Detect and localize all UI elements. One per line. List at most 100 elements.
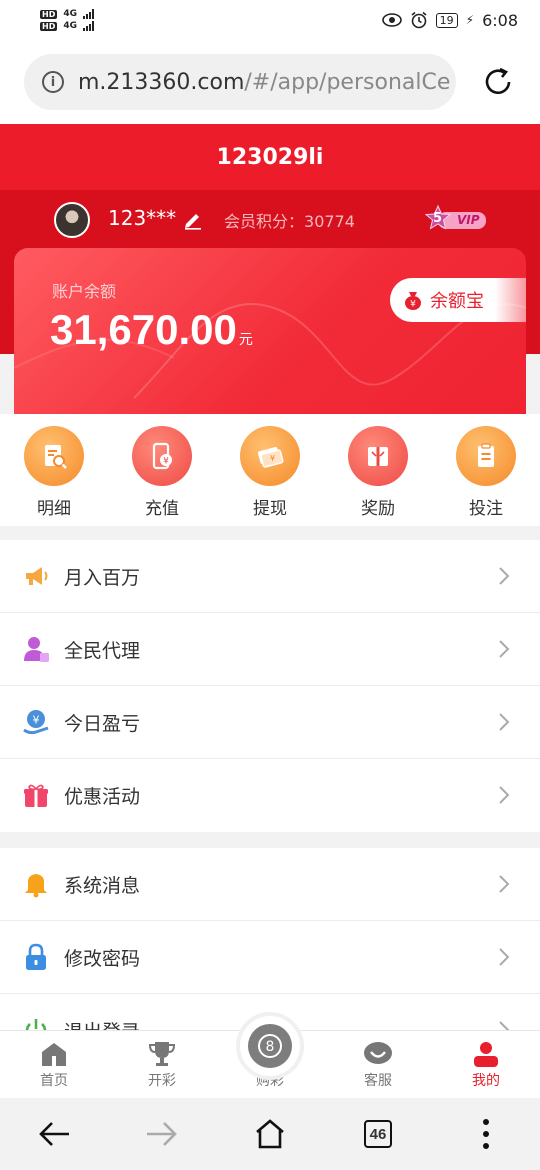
more-menu-button[interactable] (461, 1109, 511, 1159)
tab-support[interactable]: 客服 (333, 1038, 423, 1090)
username: 123*** (108, 206, 177, 230)
signal-indicators: HD 4G HD 4G (40, 9, 94, 31)
balance-label: 账户余额 (52, 282, 117, 301)
clock: 6:08 (482, 10, 518, 30)
chevron-right-icon (499, 713, 510, 731)
agent-icon (22, 635, 50, 663)
menu-item-label: 系统消息 (64, 874, 141, 897)
vip-level: 5 (433, 211, 443, 226)
chevron-right-icon (499, 948, 510, 966)
signal-icon (83, 21, 94, 31)
gift-icon (22, 782, 50, 810)
action-label: 提现 (253, 499, 287, 519)
home-outline-icon (256, 1119, 284, 1149)
vip-text: VIP (457, 213, 480, 227)
tab-results[interactable]: 开彩 (117, 1038, 207, 1090)
yuebao-button[interactable]: ¥ 余额宝 (390, 278, 526, 322)
svg-text:¥: ¥ (270, 454, 275, 463)
buy-lottery-button[interactable]: 8 (240, 1016, 300, 1076)
page-title: 123029li (0, 124, 540, 190)
avatar[interactable] (54, 202, 90, 238)
tab-count: 46 (364, 1120, 392, 1148)
tab-label: 开彩 (148, 1073, 176, 1089)
back-arrow-icon (39, 1122, 69, 1146)
svg-text:¥: ¥ (410, 300, 416, 310)
member-points: 会员积分：30774 (224, 212, 355, 231)
trophy-icon (146, 1038, 178, 1070)
eight-ball-icon: 8 (248, 1024, 292, 1068)
menu-item-label: 修改密码 (64, 947, 141, 970)
menu-item-label: 月入百万 (64, 566, 141, 589)
address-bar[interactable]: i m.213360.com/#/app/personalCe (24, 54, 456, 110)
browser-nav-bar: 46 (0, 1098, 540, 1170)
chevron-right-icon (499, 640, 510, 658)
menu-item-system-messages[interactable]: 系统消息 (0, 848, 540, 921)
quick-actions: 明细 ¥ 充值 ¥ 提现 奖励 投注 (0, 414, 540, 526)
tab-mine[interactable]: 我的 (441, 1038, 531, 1090)
tab-home[interactable]: 首页 (9, 1038, 99, 1090)
support-icon (362, 1038, 394, 1070)
balance-card: 账户余额 31,670.00 元 ¥ 余额宝 (14, 248, 526, 438)
network-type: 4G (63, 21, 77, 31)
url-text[interactable]: m.213360.com/#/app/personalCe (78, 70, 450, 95)
more-vertical-icon (483, 1119, 489, 1149)
menu-group-1: 月入百万 全民代理 ¥ 今日盈亏 优惠活动 (0, 540, 540, 832)
forward-arrow-icon (147, 1122, 177, 1146)
gift-box-icon (348, 426, 408, 486)
svg-text:¥: ¥ (163, 457, 169, 467)
action-bet[interactable]: 投注 (441, 426, 531, 526)
action-label: 奖励 (361, 499, 395, 519)
megaphone-icon (22, 562, 50, 590)
browser-toolbar: i m.213360.com/#/app/personalCe (0, 40, 540, 124)
tabs-button[interactable]: 46 (353, 1109, 403, 1159)
recharge-icon: ¥ (132, 426, 192, 486)
vip-badge: 5 VIP (424, 204, 488, 234)
back-button[interactable] (29, 1109, 79, 1159)
menu-item-label: 全民代理 (64, 639, 141, 662)
tab-label: 我的 (472, 1073, 500, 1089)
menu-item-label: 优惠活动 (64, 786, 141, 808)
chevron-right-icon (499, 786, 510, 804)
svg-text:¥: ¥ (33, 714, 40, 727)
signal-icon (83, 9, 94, 19)
lock-icon (22, 943, 50, 971)
svg-text:8: 8 (266, 1039, 275, 1055)
network-type: 4G (63, 9, 77, 19)
info-icon[interactable]: i (42, 71, 64, 93)
action-label: 充值 (145, 499, 179, 519)
menu-item-change-password[interactable]: 修改密码 (0, 921, 540, 994)
clipboard-icon (456, 426, 516, 486)
action-withdraw[interactable]: ¥ 提现 (225, 426, 315, 526)
tab-label: 首页 (40, 1073, 68, 1089)
coin-hand-icon: ¥ (22, 708, 50, 736)
menu-item-label: 今日盈亏 (64, 712, 141, 735)
action-reward[interactable]: 奖励 (333, 426, 423, 526)
action-details[interactable]: 明细 (9, 426, 99, 526)
battery-indicator: 19 (435, 12, 458, 28)
alarm-icon (411, 11, 427, 29)
menu-item-monthly-million[interactable]: 月入百万 (0, 540, 540, 613)
action-recharge[interactable]: ¥ 充值 (117, 426, 207, 526)
action-label: 明细 (37, 499, 71, 519)
reload-icon[interactable] (480, 64, 516, 100)
menu-item-agent[interactable]: 全民代理 (0, 613, 540, 686)
home-icon (38, 1038, 70, 1070)
chevron-right-icon (499, 875, 510, 893)
status-bar: HD 4G HD 4G 19 ⚡ 6:08 (0, 0, 540, 40)
charging-icon: ⚡ (465, 13, 475, 27)
edit-icon[interactable] (182, 208, 204, 230)
menu-item-promotions[interactable]: 优惠活动 (0, 759, 540, 832)
money-bag-icon: ¥ (405, 292, 421, 310)
user-icon (470, 1038, 502, 1070)
details-icon (24, 426, 84, 486)
forward-button[interactable] (137, 1109, 187, 1159)
chevron-right-icon (499, 567, 510, 585)
menu-item-daily-profit[interactable]: ¥ 今日盈亏 (0, 686, 540, 759)
bell-icon (22, 870, 50, 898)
eye-icon (381, 13, 402, 27)
balance-amount: 31,670.00 元 (50, 306, 253, 353)
withdraw-icon: ¥ (240, 426, 300, 486)
tab-label: 客服 (364, 1073, 392, 1089)
home-button[interactable] (245, 1109, 295, 1159)
action-label: 投注 (469, 499, 503, 519)
